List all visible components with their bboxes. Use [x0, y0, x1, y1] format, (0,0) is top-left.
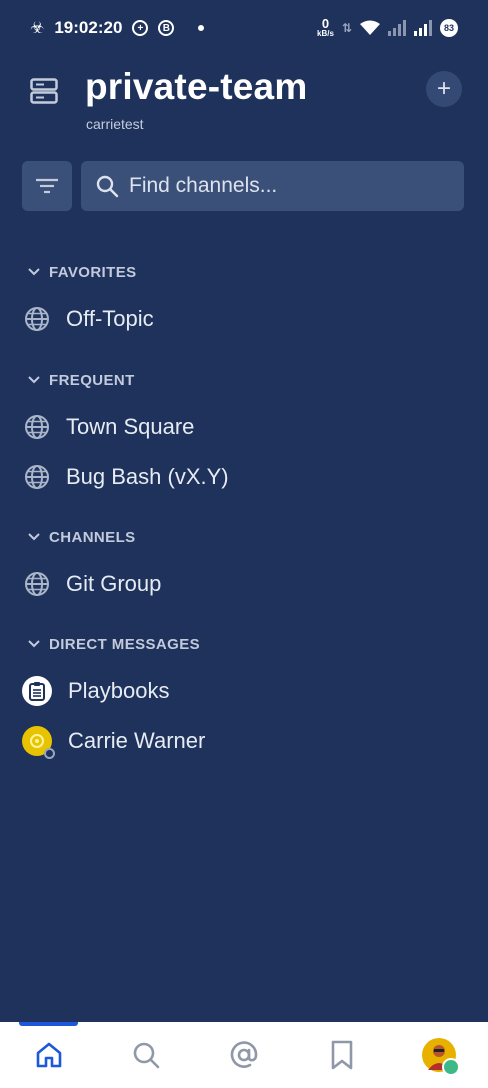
notification-dot-icon: [198, 25, 205, 31]
status-bar: ☣ 19:02:20 + B 0 kB/s ⇅ 83: [0, 0, 488, 56]
chevron-down-icon: [28, 640, 40, 648]
team-name[interactable]: private-team: [85, 66, 307, 108]
direct-messages-header[interactable]: DIRECT MESSAGES: [0, 632, 488, 656]
team-header: private-team carrietest +: [0, 66, 488, 146]
search-placeholder: Find channels...: [129, 174, 278, 197]
channels-header[interactable]: CHANNELS: [0, 525, 488, 549]
globe-icon: [25, 572, 49, 596]
filter-button[interactable]: [22, 161, 72, 211]
offline-status-icon: [44, 748, 55, 759]
add-circle-status-icon: +: [132, 20, 149, 36]
find-channels-input[interactable]: Find channels...: [81, 161, 464, 211]
direct-messages-title: DIRECT MESSAGES: [49, 635, 201, 653]
battery-icon: 83: [440, 19, 458, 37]
section-channels: CHANNELS Git Group: [0, 525, 488, 609]
biohazard-icon: ☣: [30, 20, 45, 37]
channel-label: Bug Bash (vX.Y): [66, 464, 229, 489]
at-mention-icon: [230, 1041, 258, 1068]
globe-icon: [25, 415, 49, 439]
tab-saved[interactable]: [312, 1025, 372, 1085]
dm-label: Carrie Warner: [68, 728, 206, 753]
net-speed-unit: kB/s: [317, 29, 334, 38]
channel-off-topic[interactable]: Off-Topic: [0, 294, 488, 344]
frequent-title: FREQUENT: [49, 371, 135, 389]
status-time: 19:02:20: [54, 18, 123, 37]
chevron-down-icon: [28, 533, 40, 541]
tab-home[interactable]: [19, 1025, 79, 1085]
channel-label: Off-Topic: [66, 306, 154, 331]
plus-icon: +: [436, 75, 451, 102]
dm-label: Playbooks: [68, 678, 170, 703]
search-icon: [134, 1042, 160, 1069]
online-status-icon: [442, 1058, 461, 1076]
home-icon: [36, 1042, 62, 1068]
section-favorites: FAVORITES Off-Topic: [0, 260, 488, 344]
channel-bug-bash[interactable]: Bug Bash (vX.Y): [0, 452, 488, 502]
search-icon: [96, 175, 119, 198]
status-right: 0 kB/s ⇅ 83: [317, 17, 458, 38]
section-frequent: FREQUENT Town Square Bug Bash (vX.Y): [0, 368, 488, 502]
favorites-title: FAVORITES: [49, 263, 137, 281]
signal-icon-1: [388, 20, 406, 36]
wifi-icon: [360, 20, 380, 35]
carrie-warner-avatar: [22, 726, 55, 759]
dm-playbooks[interactable]: Playbooks: [0, 666, 488, 716]
tab-mentions[interactable]: [214, 1025, 274, 1085]
channels-title: CHANNELS: [49, 528, 136, 546]
chevron-down-icon: [28, 376, 40, 384]
globe-icon: [25, 307, 49, 331]
b-badge-icon: B: [158, 20, 175, 36]
clipboard-icon: [29, 682, 45, 701]
filter-icon: [36, 178, 58, 194]
section-direct-messages: DIRECT MESSAGES Playbooks Carrie Warner: [0, 632, 488, 766]
bookmark-icon: [331, 1040, 352, 1070]
dm-carrie-warner[interactable]: Carrie Warner: [0, 716, 488, 766]
signal-icon-2: [414, 20, 432, 36]
bottom-navigation: [0, 1022, 488, 1088]
channel-label: Town Square: [66, 414, 195, 439]
frequent-header[interactable]: FREQUENT: [0, 368, 488, 392]
data-arrows-icon: ⇅: [341, 21, 352, 35]
add-button[interactable]: +: [426, 71, 462, 107]
favorites-header[interactable]: FAVORITES: [0, 260, 488, 284]
status-left: ☣ 19:02:20 + B: [30, 18, 205, 38]
chevron-down-icon: [28, 268, 40, 276]
channel-git-group[interactable]: Git Group: [0, 559, 488, 609]
net-speed: 0 kB/s: [317, 17, 334, 38]
user-face-icon: [30, 734, 44, 748]
profile-avatar: [422, 1038, 461, 1076]
tab-profile[interactable]: [409, 1025, 469, 1085]
team-subtitle: carrietest: [86, 116, 144, 132]
server-icon[interactable]: [30, 78, 58, 104]
channel-town-square[interactable]: Town Square: [0, 402, 488, 452]
playbooks-avatar: [22, 676, 52, 706]
channel-label: Git Group: [66, 571, 162, 596]
tab-search[interactable]: [116, 1025, 176, 1085]
globe-icon: [25, 465, 49, 489]
